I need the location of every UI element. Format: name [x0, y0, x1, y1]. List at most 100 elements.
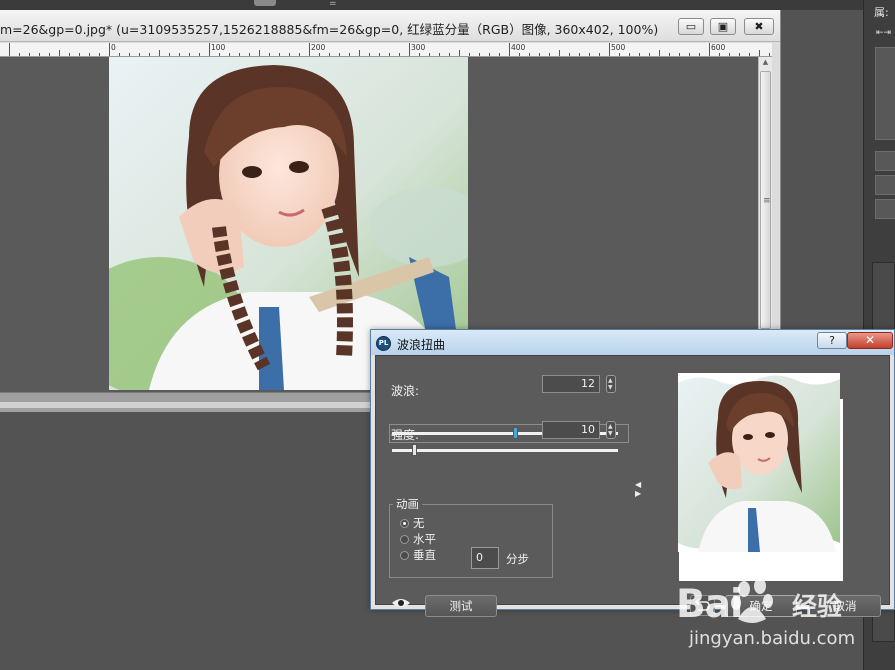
ruler-tick — [389, 53, 390, 56]
ruler-tick — [29, 53, 30, 56]
ruler-tick — [99, 53, 100, 56]
ruler-tick — [159, 50, 160, 56]
ruler-tick — [739, 53, 740, 56]
ruler-tick — [189, 53, 190, 56]
ruler-tick — [619, 53, 620, 56]
ruler-tick — [269, 53, 270, 56]
ruler-tick — [439, 53, 440, 56]
radio-none-label[interactable]: 无 — [413, 515, 425, 531]
wave-label: 波浪: — [391, 384, 420, 398]
ruler-tick — [769, 53, 770, 56]
horizontal-ruler[interactable]: 0 100 200 300 400 500 600 — [0, 43, 772, 57]
ruler-tick — [499, 53, 500, 56]
radio-vertical[interactable] — [400, 551, 409, 560]
ruler-tick — [579, 53, 580, 56]
strength-slider-track[interactable] — [392, 449, 618, 452]
ruler-tick — [379, 53, 380, 56]
strength-label: 强度: — [391, 428, 420, 442]
ruler-tick — [69, 53, 70, 56]
vertical-scrollbar[interactable]: ▲ ≡ — [758, 57, 772, 333]
ruler-tick — [479, 53, 480, 56]
document-title: m=26&gp=0.jpg* (u=3109535257,1526218885&… — [0, 22, 659, 37]
ruler-tick — [699, 53, 700, 56]
panel-grip[interactable] — [254, 0, 276, 6]
ruler-tick — [59, 50, 60, 56]
panel-expand-icon[interactable]: ⇤⇥ — [876, 28, 891, 38]
ruler-tick — [309, 43, 310, 56]
ruler-label: 500 — [611, 43, 626, 52]
wave-value-input[interactable]: 12 — [542, 375, 600, 393]
radio-vertical-label[interactable]: 垂直 — [413, 547, 436, 563]
wave-slider-thumb[interactable] — [513, 427, 519, 439]
ruler-tick — [409, 43, 410, 56]
ruler-tick — [419, 53, 420, 56]
ruler-tick — [519, 53, 520, 56]
eye-icon[interactable] — [391, 597, 411, 609]
ruler-tick — [329, 53, 330, 56]
radio-none[interactable] — [400, 519, 409, 528]
panel-label: 属: — [874, 6, 889, 19]
app-logo-icon: PL — [376, 336, 391, 351]
ruler-tick — [569, 53, 570, 56]
strength-value-input[interactable]: 10 — [542, 421, 600, 439]
panel-tool-slot[interactable] — [875, 199, 895, 219]
animation-legend: 动画 — [393, 496, 422, 512]
ruler-label: 300 — [411, 43, 426, 52]
spin-down-icon[interactable]: ▼ — [608, 385, 613, 391]
ruler-tick — [199, 53, 200, 56]
ruler-tick — [759, 50, 760, 56]
test-button[interactable]: 测试 — [425, 595, 497, 617]
minimize-button[interactable]: ▭ — [678, 18, 704, 35]
strength-spinner[interactable]: ▲ ▼ — [606, 421, 616, 439]
maximize-button[interactable]: ▣ — [710, 18, 736, 35]
ruler-tick — [589, 53, 590, 56]
ruler-tick — [89, 53, 90, 56]
dialog-titlebar[interactable]: PL 波浪扭曲 ? ✕ — [371, 330, 894, 355]
ruler-tick — [119, 53, 120, 56]
horizontal-scrollbar[interactable] — [0, 402, 370, 408]
ruler-tick — [659, 50, 660, 56]
panel-dropdown-box[interactable] — [875, 47, 895, 140]
ruler-tick — [649, 53, 650, 56]
radio-horizontal[interactable] — [400, 535, 409, 544]
ruler-tick — [369, 53, 370, 56]
ruler-tick — [559, 50, 560, 56]
ruler-tick — [9, 43, 10, 56]
ruler-tick — [289, 53, 290, 56]
scroll-thumb[interactable]: ≡ — [760, 71, 771, 329]
spin-down-icon[interactable]: ▼ — [608, 431, 613, 437]
close-button[interactable]: ✖ — [744, 18, 774, 35]
baidu-paw-logo-icon — [731, 579, 773, 623]
ruler-tick — [489, 53, 490, 56]
ruler-tick — [689, 53, 690, 56]
ruler-tick — [129, 53, 130, 56]
ruler-tick — [339, 53, 340, 56]
watermark-brand-cn: 经验 — [792, 592, 843, 621]
panel-tool-slot[interactable] — [875, 175, 895, 195]
expand-arrows-icon[interactable]: ◀ ▶ — [635, 480, 641, 498]
ruler-tick — [109, 43, 110, 56]
ruler-label: 100 — [211, 43, 226, 52]
wave-spinner[interactable]: ▲ ▼ — [606, 375, 616, 393]
dialog-close-button[interactable]: ✕ — [847, 332, 893, 349]
ruler-tick — [749, 53, 750, 56]
top-strip: = — [0, 0, 895, 10]
steps-input[interactable]: 0 — [471, 547, 499, 569]
panel-tool-slot[interactable] — [875, 151, 895, 171]
ruler-tick — [219, 53, 220, 56]
help-button[interactable]: ? — [817, 332, 847, 349]
ruler-label: 0 — [111, 43, 116, 52]
ruler-tick — [549, 53, 550, 56]
ruler-tick — [459, 50, 460, 56]
ruler-tick — [399, 53, 400, 56]
ruler-tick — [259, 50, 260, 56]
ruler-tick — [669, 53, 670, 56]
ruler-tick — [719, 53, 720, 56]
ruler-tick — [229, 53, 230, 56]
ruler-tick — [509, 43, 510, 56]
radio-horizontal-label[interactable]: 水平 — [413, 531, 436, 547]
ruler-tick — [79, 53, 80, 56]
strength-slider-thumb[interactable] — [411, 444, 417, 456]
scroll-up-arrow-icon[interactable]: ▲ — [759, 58, 772, 70]
document-titlebar[interactable]: m=26&gp=0.jpg* (u=3109535257,1526218885&… — [0, 10, 780, 42]
